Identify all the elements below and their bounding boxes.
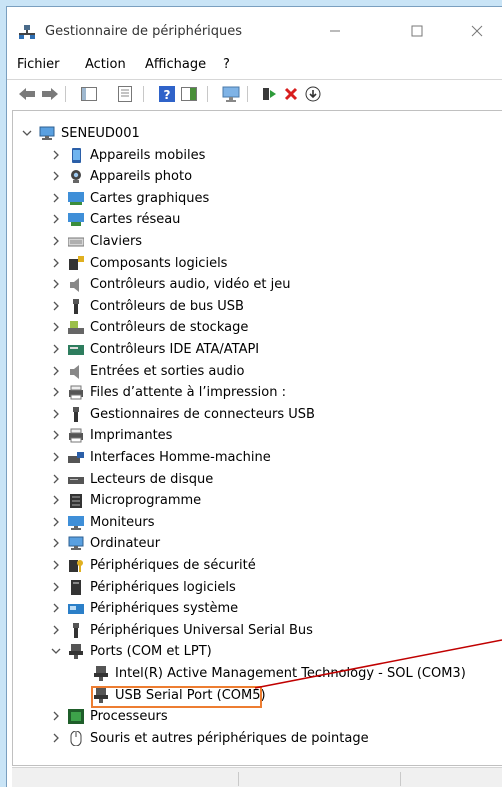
annotation-arrow (254, 639, 502, 689)
